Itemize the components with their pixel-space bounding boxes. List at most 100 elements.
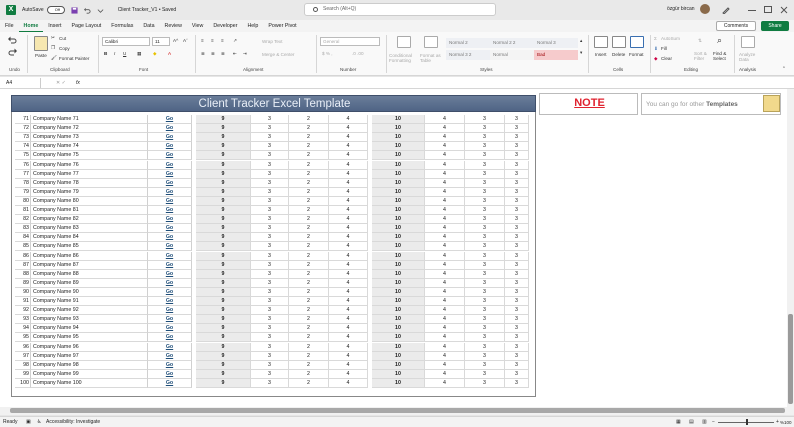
- value-cell[interactable]: 2: [288, 224, 328, 234]
- copy-button[interactable]: Copy: [59, 46, 70, 51]
- value-cell[interactable]: 4: [424, 251, 464, 261]
- total-cell[interactable]: 10: [372, 342, 424, 352]
- value-cell[interactable]: 3: [250, 351, 288, 361]
- company-name-cell[interactable]: Company Name 71: [30, 115, 147, 125]
- value-cell[interactable]: 3: [250, 324, 288, 334]
- go-link[interactable]: Go: [147, 160, 192, 170]
- value-cell[interactable]: 4: [424, 233, 464, 243]
- value-cell[interactable]: 3: [504, 187, 529, 197]
- value-cell[interactable]: 3: [504, 151, 529, 161]
- company-name-cell[interactable]: Company Name 81: [30, 206, 147, 216]
- total-cell[interactable]: 10: [372, 287, 424, 297]
- value-cell[interactable]: 2: [288, 142, 328, 152]
- value-cell[interactable]: 3: [250, 151, 288, 161]
- value-cell[interactable]: 2: [288, 160, 328, 170]
- score-cell[interactable]: 9: [196, 360, 250, 370]
- sort-filter-icon[interactable]: ⇅: [698, 38, 702, 44]
- company-name-cell[interactable]: Company Name 86: [30, 251, 147, 261]
- value-cell[interactable]: 4: [424, 315, 464, 325]
- score-cell[interactable]: 9: [196, 215, 250, 225]
- value-cell[interactable]: 3: [250, 260, 288, 270]
- total-cell[interactable]: 10: [372, 315, 424, 325]
- tab-help[interactable]: Help: [242, 20, 263, 32]
- format-painter-button[interactable]: Format Painter: [59, 56, 89, 61]
- user-name[interactable]: özgür bircan: [667, 6, 695, 12]
- value-cell[interactable]: 3: [464, 351, 504, 361]
- wrap-text-button[interactable]: Wrap Text: [262, 39, 283, 44]
- value-cell[interactable]: 3: [250, 224, 288, 234]
- value-cell[interactable]: 3: [464, 196, 504, 206]
- format-cells-icon[interactable]: [630, 36, 644, 48]
- value-cell[interactable]: 2: [288, 324, 328, 334]
- value-cell[interactable]: 3: [464, 369, 504, 379]
- value-cell[interactable]: 4: [424, 260, 464, 270]
- value-cell[interactable]: 4: [328, 351, 368, 361]
- score-cell[interactable]: 9: [196, 306, 250, 316]
- go-link[interactable]: Go: [147, 196, 192, 206]
- company-name-cell[interactable]: Company Name 76: [30, 160, 147, 170]
- total-cell[interactable]: 10: [372, 178, 424, 188]
- value-cell[interactable]: 4: [328, 251, 368, 261]
- value-cell[interactable]: 4: [328, 306, 368, 316]
- find-icon[interactable]: ⌕: [717, 35, 722, 46]
- value-cell[interactable]: 4: [328, 242, 368, 252]
- value-cell[interactable]: 3: [504, 251, 529, 261]
- total-cell[interactable]: 10: [372, 378, 424, 388]
- total-cell[interactable]: 10: [372, 169, 424, 179]
- value-cell[interactable]: 3: [504, 160, 529, 170]
- value-cell[interactable]: 2: [288, 251, 328, 261]
- score-cell[interactable]: 9: [196, 351, 250, 361]
- paste-button[interactable]: Paste: [35, 53, 47, 58]
- analyze-data-icon[interactable]: [741, 36, 755, 48]
- score-cell[interactable]: 9: [196, 242, 250, 252]
- company-name-cell[interactable]: Company Name 93: [30, 315, 147, 325]
- style-normal-2[interactable]: Normal 2: [446, 38, 490, 48]
- value-cell[interactable]: 2: [288, 215, 328, 225]
- value-cell[interactable]: 4: [424, 297, 464, 307]
- value-cell[interactable]: 3: [504, 342, 529, 352]
- go-link[interactable]: Go: [147, 124, 192, 134]
- value-cell[interactable]: 3: [250, 333, 288, 343]
- minimize-icon[interactable]: [748, 10, 756, 11]
- name-box[interactable]: A4: [3, 78, 41, 88]
- value-cell[interactable]: 4: [424, 333, 464, 343]
- autosum-icon[interactable]: Σ: [654, 36, 657, 41]
- value-cell[interactable]: 3: [504, 242, 529, 252]
- undo-icon[interactable]: [8, 36, 17, 44]
- value-cell[interactable]: 2: [288, 333, 328, 343]
- value-cell[interactable]: 4: [328, 333, 368, 343]
- italic-button[interactable]: I: [114, 51, 115, 56]
- score-cell[interactable]: 9: [196, 297, 250, 307]
- value-cell[interactable]: 3: [504, 324, 529, 334]
- value-cell[interactable]: 2: [288, 133, 328, 143]
- go-link[interactable]: Go: [147, 187, 192, 197]
- value-cell[interactable]: 3: [250, 315, 288, 325]
- value-cell[interactable]: 4: [424, 324, 464, 334]
- tab-developer[interactable]: Developer: [208, 20, 242, 32]
- value-cell[interactable]: 3: [250, 297, 288, 307]
- total-cell[interactable]: 10: [372, 187, 424, 197]
- font-color-icon[interactable]: A: [168, 51, 171, 56]
- value-cell[interactable]: 3: [504, 196, 529, 206]
- go-link[interactable]: Go: [147, 269, 192, 279]
- company-name-cell[interactable]: Company Name 72: [30, 124, 147, 134]
- company-name-cell[interactable]: Company Name 73: [30, 133, 147, 143]
- value-cell[interactable]: 4: [328, 297, 368, 307]
- total-cell[interactable]: 10: [372, 360, 424, 370]
- total-cell[interactable]: 10: [372, 306, 424, 316]
- company-name-cell[interactable]: Company Name 96: [30, 342, 147, 352]
- value-cell[interactable]: 2: [288, 206, 328, 216]
- search-box[interactable]: Search (Alt+Q): [304, 3, 496, 16]
- font-name-select[interactable]: Calibri: [102, 37, 150, 46]
- value-cell[interactable]: 3: [504, 378, 529, 388]
- value-cell[interactable]: 3: [464, 324, 504, 334]
- value-cell[interactable]: 4: [328, 115, 368, 125]
- value-cell[interactable]: 4: [328, 187, 368, 197]
- company-name-cell[interactable]: Company Name 85: [30, 242, 147, 252]
- value-cell[interactable]: 2: [288, 351, 328, 361]
- pen-icon[interactable]: [722, 6, 730, 15]
- value-cell[interactable]: 3: [504, 206, 529, 216]
- value-cell[interactable]: 3: [250, 269, 288, 279]
- note-label[interactable]: NOTE: [540, 97, 639, 109]
- total-cell[interactable]: 10: [372, 160, 424, 170]
